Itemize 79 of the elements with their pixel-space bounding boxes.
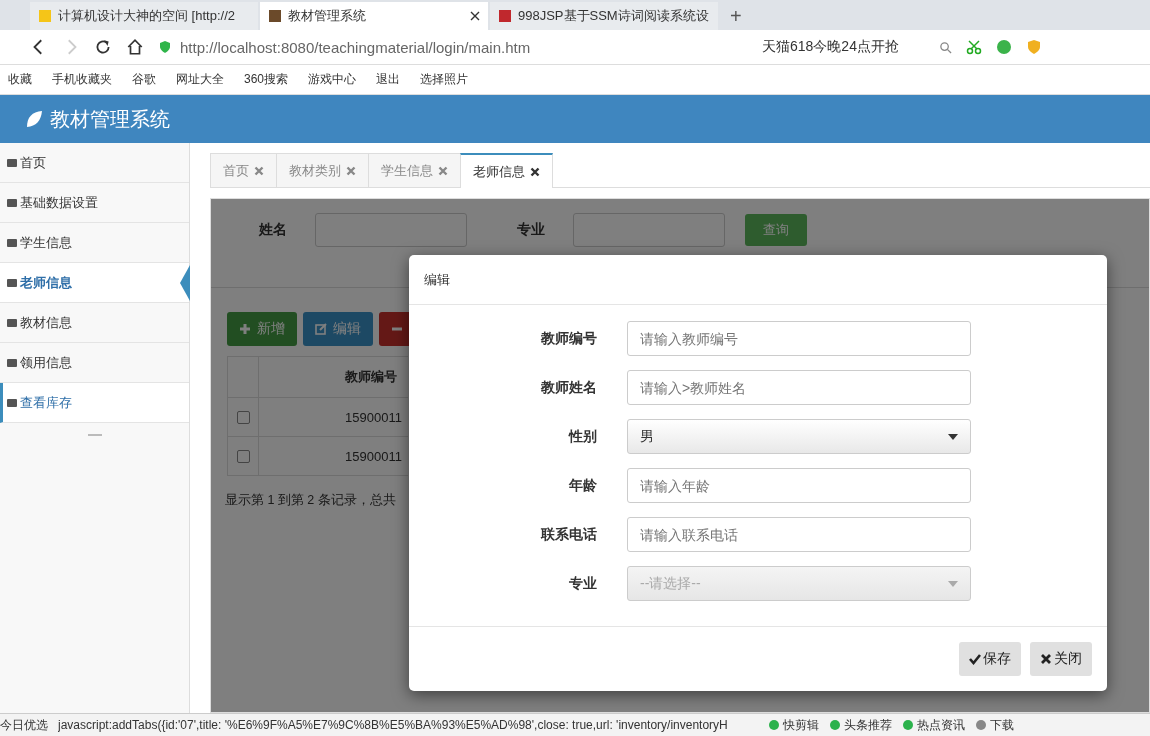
menu-item-icon: [6, 236, 18, 249]
name-field[interactable]: [315, 213, 467, 247]
row-checkbox[interactable]: [236, 410, 250, 424]
plus-icon: [239, 323, 251, 335]
active-pointer-icon: [180, 265, 190, 301]
favicon-icon: [38, 9, 52, 23]
sidebar-item[interactable]: 查看库存: [0, 383, 189, 423]
major-label: 专业: [517, 221, 546, 239]
browser-tab[interactable]: 计算机设计大神的空间 [http://2: [30, 2, 258, 30]
input-field[interactable]: 请输入>教师姓名: [627, 370, 971, 405]
search-icon[interactable]: [939, 40, 952, 54]
caret-icon: [948, 580, 958, 587]
search-field[interactable]: 天猫618今晚24点开抢: [762, 38, 952, 56]
field-label: 教师编号: [540, 329, 597, 348]
new-tab-button[interactable]: +: [720, 2, 752, 30]
close-button[interactable]: 关闭: [1030, 642, 1092, 676]
status-icon: [902, 719, 914, 731]
shield-icon: [158, 40, 172, 54]
page-tab[interactable]: 首页: [210, 153, 277, 187]
collapse-icon[interactable]: [87, 433, 102, 437]
field-label: 性别: [567, 427, 597, 446]
bookmark-link[interactable]: 手机收藏夹: [52, 71, 112, 88]
menu-item-icon: [6, 396, 18, 409]
select-field[interactable]: 男: [627, 419, 971, 454]
menu-item-icon: [6, 276, 18, 289]
input-field[interactable]: 请输入年龄: [627, 468, 971, 503]
status-icon: [829, 719, 841, 731]
bookmark-link[interactable]: 选择照片: [420, 71, 469, 88]
field-label: 专业: [568, 574, 597, 593]
pagination-text: 显示第 1 到第 2 条记录，总共: [225, 492, 396, 509]
bookmark-link[interactable]: 收藏: [8, 71, 32, 88]
menu-item-icon: [6, 316, 18, 329]
status-icon: [768, 719, 780, 731]
field-label: 年龄: [568, 476, 597, 495]
home-icon[interactable]: [126, 38, 144, 56]
menu-item-icon: [6, 156, 18, 169]
browser-tab[interactable]: 教材管理系统: [260, 2, 488, 30]
browser-tab[interactable]: 998JSP基于SSM诗词阅读系统设: [490, 2, 718, 30]
menu-item-icon: [6, 196, 18, 209]
status-item[interactable]: 头条推荐: [829, 716, 892, 734]
close-icon: [1040, 653, 1052, 665]
input-field[interactable]: 请输入教师编号: [627, 321, 971, 356]
column-header: 教师编号: [344, 368, 398, 386]
favicon-icon: [268, 9, 282, 23]
edit-icon: [315, 323, 327, 335]
table-cell-text: 15900011: [344, 447, 403, 466]
status-icon: [975, 719, 987, 731]
favicon-icon: [498, 9, 512, 23]
app-title: 教材管理系统: [50, 106, 170, 132]
field-label: 教师姓名: [540, 378, 597, 397]
status-item[interactable]: 热点资讯: [902, 716, 965, 734]
menu-item-icon: [6, 356, 18, 369]
bookmark-link[interactable]: 网址大全: [176, 71, 224, 88]
page-tab[interactable]: 老师信息: [460, 153, 553, 188]
bookmark-link[interactable]: 游戏中心: [308, 71, 357, 88]
dialog-title: 编辑: [424, 270, 450, 289]
leaf-icon: [24, 109, 44, 129]
table-cell-text: 15900011: [344, 408, 403, 427]
address-field[interactable]: http://localhost:8080/teachingmaterial/login/main.htm: [158, 34, 748, 60]
scissors-icon[interactable]: [966, 39, 982, 55]
field-label: 联系电话: [539, 525, 597, 544]
status-item[interactable]: 快剪辑: [768, 716, 819, 734]
status-url: javascript:addTabs({id:'07',title: '%E6%9F%A5%E7%9C%8B%E5%BA%93%E5%AD%98',close: true,url: 'inventory/inventoryH: [58, 718, 729, 732]
status-item[interactable]: 下载: [975, 716, 1014, 734]
shield-icon[interactable]: [1026, 39, 1042, 55]
caret-icon: [948, 433, 958, 440]
status-text[interactable]: 今日优选: [0, 716, 48, 734]
row-checkbox[interactable]: [236, 449, 250, 463]
reload-icon[interactable]: [94, 38, 112, 56]
sidebar-item[interactable]: 老师信息: [0, 263, 189, 303]
close-icon[interactable]: [530, 166, 540, 177]
bookmark-link[interactable]: 谷歌: [132, 71, 156, 88]
close-icon[interactable]: [470, 11, 480, 21]
input-field[interactable]: 请输入联系电话: [627, 517, 971, 552]
check-icon: [969, 653, 981, 665]
name-label: 姓名: [259, 221, 288, 239]
bookmark-link[interactable]: 360搜索: [244, 71, 289, 88]
save-button[interactable]: 保存: [959, 642, 1021, 676]
bookmark-link[interactable]: 退出: [376, 71, 401, 88]
